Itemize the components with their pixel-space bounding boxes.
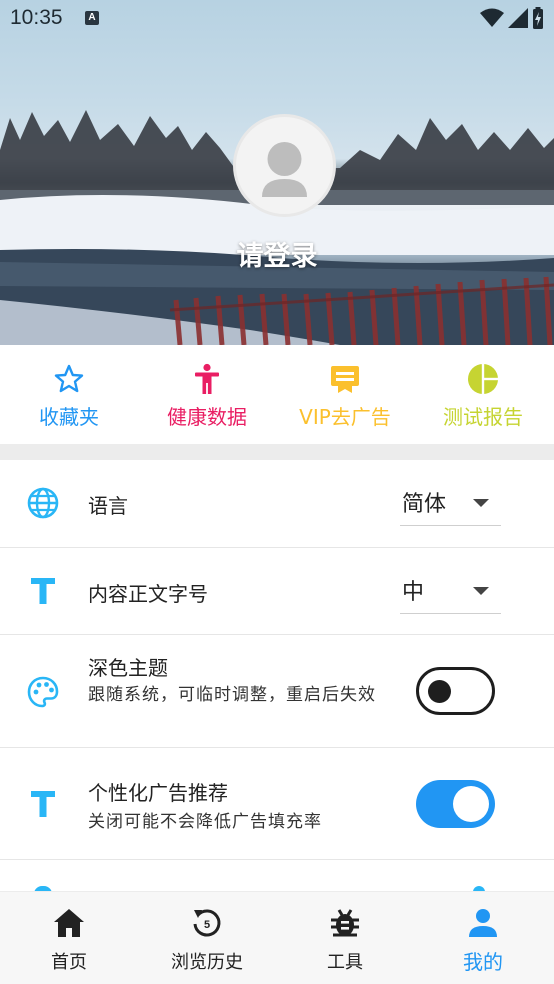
person-icon [469, 909, 497, 937]
nav-item-label: 首页 [51, 952, 87, 973]
pie-chart-icon [468, 364, 498, 394]
home-icon [54, 909, 84, 937]
battery-charging-icon [533, 7, 543, 29]
nav-item-tools[interactable]: 工具 [276, 892, 414, 984]
nav-item-history[interactable]: 5 浏览历史 [138, 892, 276, 984]
quick-action-test-report[interactable]: 测试报告 [414, 345, 552, 444]
quick-actions-bar: 收藏夹 健康数据 VIP去广告 测试报告 [0, 345, 554, 444]
quick-action-favorites[interactable]: 收藏夹 [0, 345, 138, 444]
vip-ticket-icon [331, 366, 359, 393]
text-t-icon [31, 578, 55, 604]
font-size-select-value: 中 [402, 580, 425, 605]
setting-row-font-size: 内容正文字号 中 [0, 548, 554, 635]
setting-row-dark-theme: 深色主题 跟随系统，可临时调整，重启后失效 [0, 635, 554, 748]
quick-action-label: 收藏夹 [39, 405, 99, 429]
status-icons [480, 7, 544, 29]
setting-title: 内容正文字号 [88, 582, 208, 606]
chevron-down-icon [473, 499, 489, 507]
setting-title: 个性化广告推荐 [88, 781, 228, 805]
nav-item-mine[interactable]: 我的 [414, 892, 552, 984]
language-select-value: 简体 [402, 492, 447, 517]
toggle-knob [428, 680, 451, 703]
quick-action-label: 健康数据 [167, 405, 247, 429]
toggle-knob [453, 786, 489, 822]
history-icon: 5 [193, 909, 221, 937]
chevron-down-icon [473, 587, 489, 595]
login-prompt[interactable]: 请登录 [0, 234, 554, 273]
text-t-icon [31, 791, 55, 817]
nav-item-label: 工具 [327, 952, 363, 973]
status-bar: 10:35 A [0, 0, 554, 38]
personalized-ads-toggle[interactable] [416, 780, 495, 828]
notification-badge: A [85, 11, 99, 25]
bug-tool-icon [331, 909, 359, 937]
language-select[interactable]: 简体 [400, 480, 501, 526]
globe-icon [27, 487, 59, 519]
svg-text:5: 5 [204, 919, 210, 931]
setting-title: 深色主题 [88, 656, 168, 680]
quick-action-vip[interactable]: VIP去广告 [276, 345, 414, 444]
setting-subtitle: 关闭可能不会降低广告填充率 [88, 812, 322, 832]
palette-icon [27, 676, 59, 708]
setting-subtitle: 跟随系统，可临时调整，重启后失效 [88, 685, 376, 705]
cellular-signal-icon [508, 8, 528, 28]
status-time: 10:35 [10, 6, 63, 29]
avatar[interactable] [233, 114, 336, 217]
setting-title: 语言 [88, 494, 128, 518]
profile-header: 10:35 A 请登录 [0, 0, 554, 345]
wifi-icon [480, 8, 504, 27]
quick-action-label: VIP去广告 [299, 405, 391, 429]
section-divider [0, 444, 554, 460]
person-avatar-icon [262, 142, 307, 197]
nav-item-label: 我的 [463, 950, 503, 974]
human-figure-icon [195, 363, 219, 394]
bottom-navigation: 首页 5 浏览历史 工具 我的 [0, 891, 554, 984]
dark-theme-toggle[interactable] [416, 667, 495, 715]
quick-action-label: 测试报告 [443, 405, 523, 429]
setting-row-language: 语言 简体 [0, 460, 554, 548]
nav-item-label: 浏览历史 [171, 952, 243, 973]
setting-row-personalized-ads: 个性化广告推荐 关闭可能不会降低广告填充率 [0, 748, 554, 860]
nav-item-home[interactable]: 首页 [0, 892, 138, 984]
font-size-select[interactable]: 中 [400, 568, 501, 614]
star-icon [54, 364, 84, 393]
quick-action-health-data[interactable]: 健康数据 [138, 345, 276, 444]
